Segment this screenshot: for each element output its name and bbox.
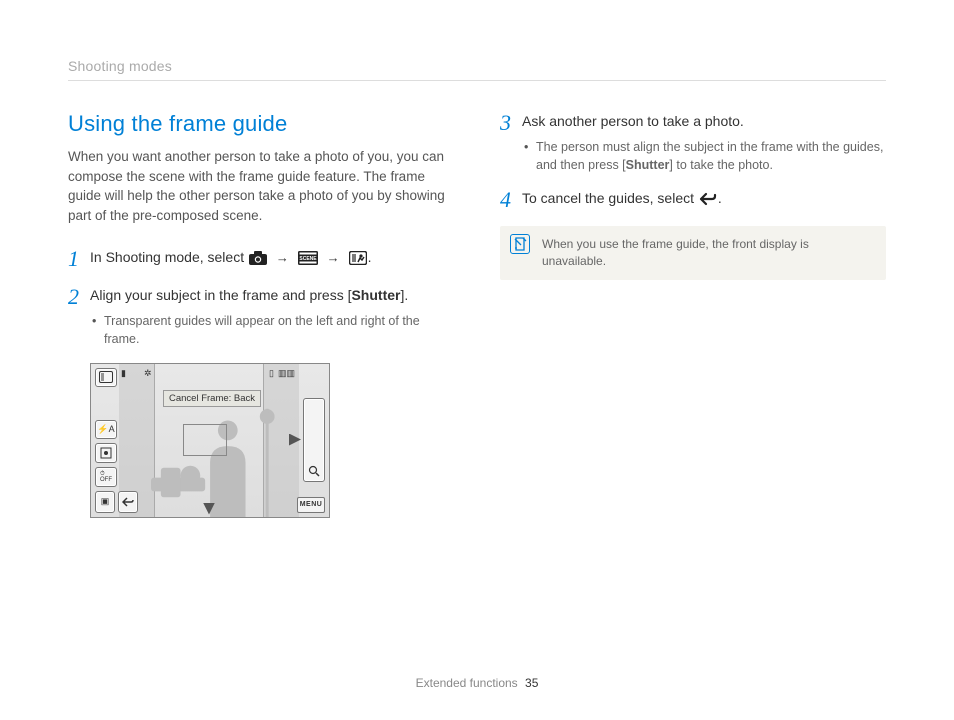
frame-guide-button[interactable] (95, 368, 117, 388)
step2-text-b: ]. (400, 287, 408, 303)
arrow-icon: → (327, 248, 340, 268)
content-columns: Using the frame guide When you want anot… (68, 111, 886, 518)
step2-text-a: Align your subject in the frame and pres… (90, 287, 351, 303)
shutter-label: Shutter (626, 158, 670, 172)
left-column: Using the frame guide When you want anot… (68, 111, 454, 518)
right-button-column (303, 368, 325, 513)
timer-off-button[interactable]: ⏱OFF (95, 467, 117, 487)
arrow-icon: → (276, 248, 289, 268)
step-body: Align your subject in the frame and pres… (90, 285, 454, 348)
zoom-slider[interactable] (303, 398, 325, 482)
scene-icon: SCENE (298, 250, 318, 271)
step-body: In Shooting mode, select → SCENE → . (90, 247, 454, 271)
step-number: 1 (68, 247, 90, 270)
page-title: Using the frame guide (68, 111, 454, 137)
focus-box (183, 424, 227, 456)
step-number: 2 (68, 285, 90, 308)
card-icon: ▯ (269, 368, 274, 379)
step3-sub: The person must align the subject in the… (522, 138, 886, 174)
step3-sub-b: ] to take the photo. (669, 158, 773, 172)
back-button[interactable] (118, 491, 138, 513)
step-4: 4 To cancel the guides, select . (500, 188, 886, 212)
step2-sub: Transparent guides will appear on the le… (90, 312, 454, 348)
camera-icon (249, 250, 267, 271)
step-number: 4 (500, 188, 522, 211)
footer-label: Extended functions (416, 676, 518, 690)
flash-button[interactable]: ⚡A (95, 420, 117, 440)
step4-text-b: . (718, 190, 722, 206)
display-button[interactable]: ▣ (95, 491, 115, 513)
focus-button[interactable] (95, 443, 117, 463)
note-text: When you use the frame guide, the front … (542, 237, 809, 268)
shutter-label: Shutter (351, 287, 400, 303)
svg-text:SCENE: SCENE (299, 256, 317, 262)
page-footer: Extended functions 35 (0, 676, 954, 690)
camera-screenshot: Cancel Frame: Back ▮ ✲ ▯ ▥▥ ⚡A ⏱OFF (90, 363, 330, 518)
step-2: 2 Align your subject in the frame and pr… (68, 285, 454, 348)
step3-text: Ask another person to take a photo. (522, 113, 744, 129)
battery-icon: ▥▥ (278, 368, 295, 379)
right-column: 3 Ask another person to take a photo. Th… (500, 111, 886, 518)
intro-text: When you want another person to take a p… (68, 147, 454, 225)
step4-text-a: To cancel the guides, select (522, 190, 698, 206)
cancel-tooltip: Cancel Frame: Back (163, 390, 261, 407)
menu-button[interactable]: MENU (297, 497, 325, 513)
back-icon (699, 191, 717, 212)
step-3: 3 Ask another person to take a photo. Th… (500, 111, 886, 174)
divider (68, 80, 886, 81)
page-number: 35 (525, 676, 538, 690)
frame-guide-icon (349, 250, 367, 271)
top-indicators-right: ▯ ▥▥ (269, 368, 295, 379)
step1-text-a: In Shooting mode, select (90, 249, 248, 265)
step1-text-b: . (368, 249, 372, 265)
step-1: 1 In Shooting mode, select → SCENE → . (68, 247, 454, 271)
section-label: Shooting modes (68, 58, 886, 74)
step-body: Ask another person to take a photo. The … (522, 111, 886, 174)
step-number: 3 (500, 111, 522, 134)
note-icon (510, 234, 530, 254)
note-box: When you use the frame guide, the front … (500, 226, 886, 280)
flash-indicator-icon: ✲ (144, 368, 152, 379)
step-body: To cancel the guides, select . (522, 188, 886, 212)
left-button-column: ⚡A ⏱OFF ▣ (95, 368, 138, 513)
